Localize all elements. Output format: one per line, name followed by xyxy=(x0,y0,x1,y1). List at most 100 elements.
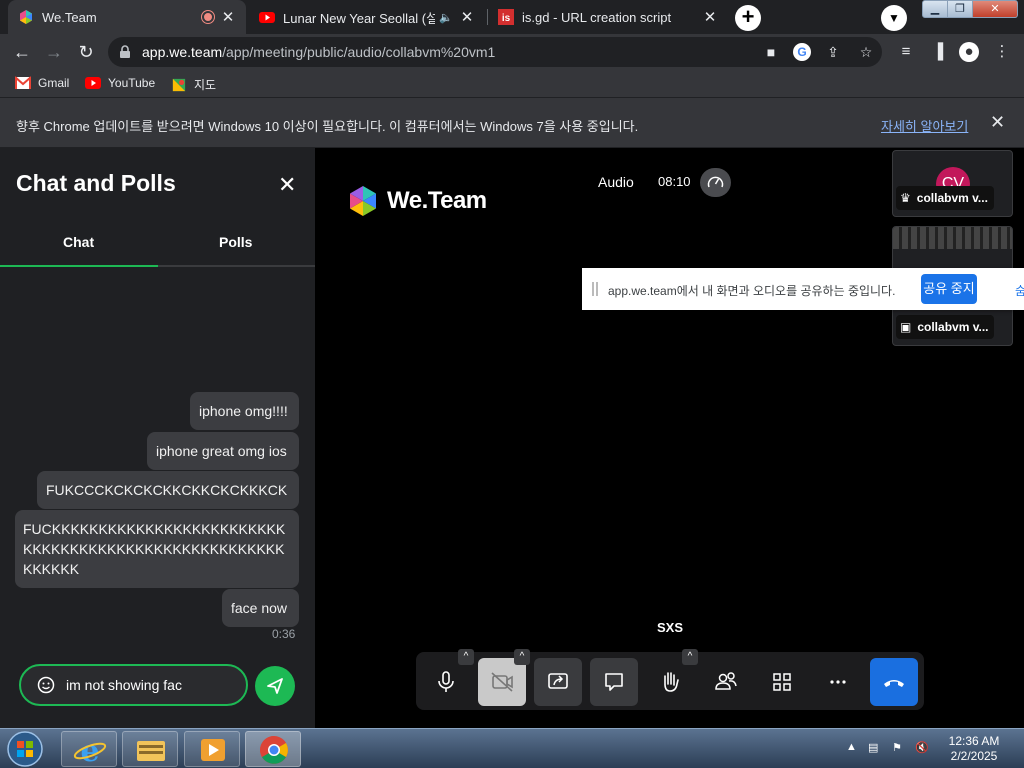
forward-button[interactable]: → xyxy=(42,40,66,64)
send-icon xyxy=(267,678,283,694)
window-close-button[interactable]: ✕ xyxy=(972,0,1018,18)
meeting-controls: ^ ^ ^ xyxy=(416,649,924,710)
youtube-icon xyxy=(85,77,101,89)
mic-button[interactable] xyxy=(422,658,470,706)
hide-notification-link[interactable]: 숨기기 xyxy=(1015,282,1024,299)
raise-hand-button[interactable] xyxy=(646,658,694,706)
show-hidden-icons-icon[interactable]: ▲ xyxy=(846,741,857,753)
reload-button[interactable]: ↻ xyxy=(74,40,98,64)
participant-tile[interactable]: CV ♛ collabvm v... xyxy=(892,150,1013,217)
emoji-icon[interactable] xyxy=(37,676,55,694)
sharing-message: app.we.team에서 내 화면과 오디오를 공유하는 중입니다. xyxy=(608,284,896,298)
close-tab-icon[interactable]: ✕ xyxy=(702,8,718,26)
weteam-favicon-icon xyxy=(20,10,32,24)
update-infobar: 향후 Chrome 업데이트를 받으려면 Windows 10 이상이 필요합니… xyxy=(0,98,1024,148)
address-bar[interactable]: app.we.team/app/meeting/public/audio/col… xyxy=(108,37,882,67)
more-options-button[interactable] xyxy=(814,658,862,706)
close-tab-icon[interactable]: ✕ xyxy=(220,8,236,26)
bookmark-maps[interactable]: 지도 xyxy=(171,76,216,93)
meeting-stage: We.Team Audio 08:10 CV ♛ collabvm v... ▣… xyxy=(315,148,1024,728)
tab-title: is.gd - URL creation script xyxy=(522,9,672,25)
chat-message: FUKCCCKCKCKCKKCKKCKCKKKCK xyxy=(37,471,299,509)
active-tab-indicator xyxy=(0,265,158,267)
message-timestamp: 0:36 xyxy=(272,627,296,641)
windows-logo-icon xyxy=(7,731,43,767)
recording-icon xyxy=(202,11,214,23)
bookmark-youtube[interactable]: YouTube xyxy=(85,76,155,90)
infobar-message: 향후 Chrome 업데이트를 받으려면 Windows 10 이상이 필요합니… xyxy=(16,119,639,134)
camera-button[interactable] xyxy=(478,658,526,706)
clock-time: 12:36 AM xyxy=(948,734,1000,748)
meeting-mode-label: Audio xyxy=(598,174,634,190)
screen-share-icon xyxy=(548,673,568,689)
chat-message: iphone great omg ios xyxy=(147,432,299,470)
tab-chat[interactable]: Chat xyxy=(63,234,94,250)
media-control-icon[interactable]: ≡ xyxy=(896,42,916,62)
back-button[interactable]: ← xyxy=(10,40,34,64)
grid-icon xyxy=(773,673,791,691)
screen-share-icon: ▣ xyxy=(900,320,912,334)
tab-search-button[interactable]: ▼ xyxy=(881,5,907,31)
meeting-timer: 08:10 xyxy=(658,174,691,189)
bookmarks-bar: Gmail YouTube 지도 xyxy=(0,70,1024,98)
chat-button[interactable] xyxy=(590,658,638,706)
tab-youtube[interactable]: Lunar New Year Seollal (설날 🔈 ✕ xyxy=(249,0,485,34)
bookmark-star-icon[interactable]: ☆ xyxy=(857,43,875,61)
camera-options-caret[interactable]: ^ xyxy=(514,649,530,665)
leave-call-button[interactable] xyxy=(870,658,918,706)
chat-composer xyxy=(19,664,248,706)
system-clock[interactable]: 12:36 AM 2/2/2025 xyxy=(944,734,1004,764)
new-tab-button[interactable]: + xyxy=(735,5,761,31)
tab-weteam[interactable]: We.Team ✕ xyxy=(8,0,246,34)
mic-options-caret[interactable]: ^ xyxy=(458,649,474,665)
bookmark-gmail[interactable]: Gmail xyxy=(15,76,69,90)
side-panel-icon[interactable]: ▐ xyxy=(928,42,948,62)
tab-isgd[interactable]: is is.gd - URL creation script ✕ xyxy=(488,0,728,34)
restore-button[interactable]: ❐ xyxy=(947,0,973,18)
close-tab-icon[interactable]: ✕ xyxy=(459,8,475,26)
weteam-logo-icon xyxy=(350,186,376,216)
screen-share-button[interactable] xyxy=(534,658,582,706)
share-icon[interactable]: ⇪ xyxy=(824,43,842,61)
close-chat-icon[interactable]: ✕ xyxy=(278,172,296,198)
bookmark-label: 지도 xyxy=(194,78,217,92)
microphone-icon xyxy=(438,671,454,692)
volume-muted-icon[interactable]: 🔇 xyxy=(915,741,929,754)
infobar-close-icon[interactable]: ✕ xyxy=(990,112,1005,133)
participants-icon xyxy=(715,672,737,690)
tab-polls[interactable]: Polls xyxy=(219,234,252,250)
url-host: app.we.team xyxy=(142,44,223,60)
isgd-favicon-icon: is xyxy=(498,9,514,25)
action-center-flag-icon[interactable]: ⚑ xyxy=(892,741,902,754)
participant-name: collabvm v... xyxy=(916,191,988,205)
gauge-icon xyxy=(707,176,724,188)
chat-message-input[interactable] xyxy=(66,675,236,695)
learn-more-link[interactable]: 자세히 알아보기 xyxy=(881,116,968,135)
reactions-caret[interactable]: ^ xyxy=(682,649,698,665)
participants-button[interactable] xyxy=(702,658,750,706)
send-button[interactable] xyxy=(255,666,295,706)
chrome-menu-icon[interactable]: ⋮ xyxy=(992,42,1012,62)
taskbar-explorer[interactable] xyxy=(122,731,178,767)
taskbar-media-player[interactable] xyxy=(184,731,240,767)
connection-quality-button[interactable] xyxy=(700,168,731,197)
hand-icon xyxy=(664,672,679,692)
windows-taskbar: e ▲ ▤ ⚑ 🔇 12:36 AM 2/2/2025 xyxy=(0,728,1024,768)
camera-in-use-icon[interactable]: ■ xyxy=(762,43,780,61)
minimize-button[interactable]: ▁ xyxy=(922,0,948,18)
chat-bubble-icon xyxy=(605,673,623,691)
active-speaker-name: SXS xyxy=(657,620,684,635)
profile-avatar-icon[interactable]: ● xyxy=(959,42,979,62)
stop-sharing-button[interactable]: 공유 중지 xyxy=(921,274,977,304)
chat-message: FUCKKKKKKKKKKKKKKKKKKKKKKKKKKKKKKKKKKKKK… xyxy=(15,510,299,588)
layout-button[interactable] xyxy=(758,658,806,706)
taskbar-chrome[interactable] xyxy=(245,731,301,767)
drag-handle-icon[interactable] xyxy=(592,282,598,296)
google-lens-icon[interactable]: G xyxy=(793,43,811,61)
url-path: /app/meeting/public/audio/collabvm%20vm1 xyxy=(222,44,496,60)
network-icon[interactable]: ▤ xyxy=(868,741,878,754)
browser-toolbar: ← → ↻ app.we.team/app/meeting/public/aud… xyxy=(0,34,1024,70)
start-button[interactable] xyxy=(3,730,47,768)
internet-explorer-icon: e xyxy=(73,734,107,768)
taskbar-ie[interactable]: e xyxy=(61,731,117,768)
